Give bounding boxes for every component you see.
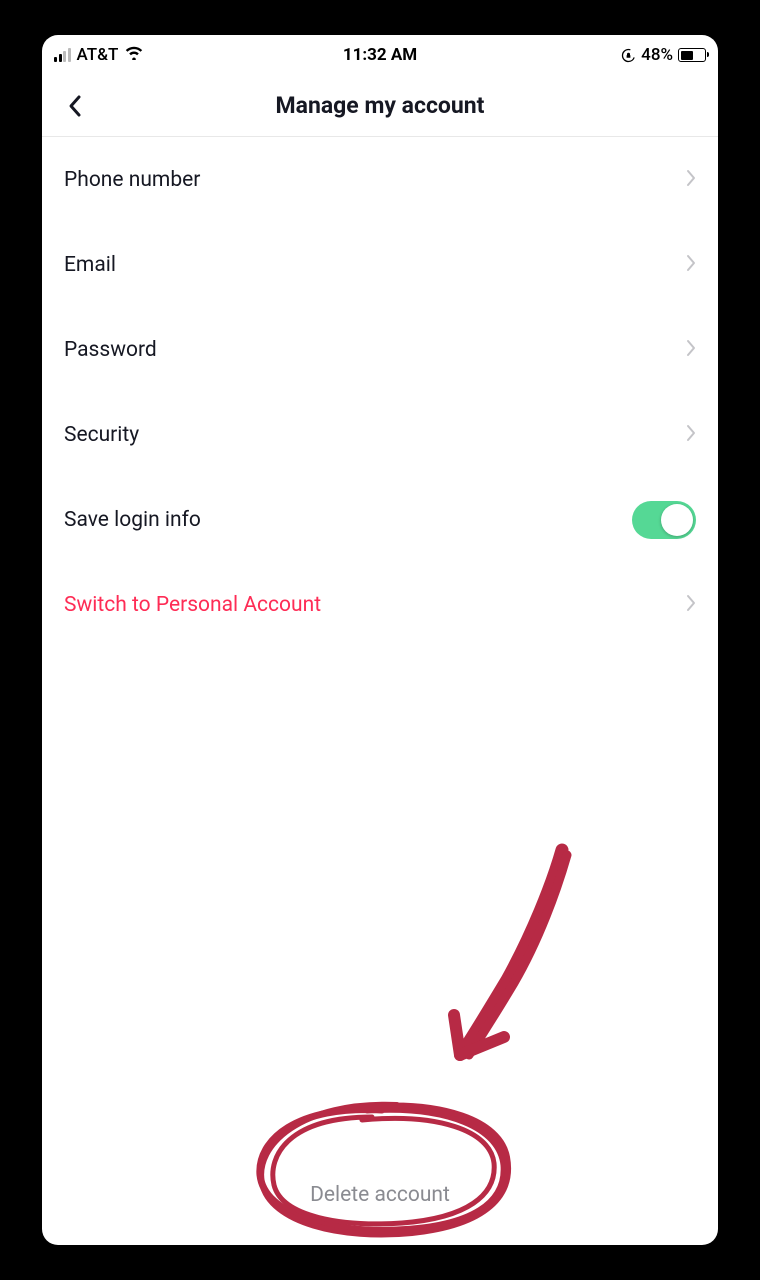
list-item-phone-number[interactable]: Phone number: [64, 137, 696, 222]
list-item-label: Email: [64, 253, 116, 277]
rotation-lock-icon: [621, 48, 636, 63]
battery-percent: 48%: [641, 45, 673, 65]
phone-screen: AT&T 11:32 AM 48%: [42, 35, 718, 1245]
toggle-knob: [661, 504, 693, 536]
settings-list: Phone number Email Password Security Sav: [42, 137, 718, 1245]
chevron-right-icon: [686, 169, 696, 191]
status-right: 48%: [621, 45, 706, 65]
list-item-label: Security: [64, 423, 139, 447]
list-item-switch-account[interactable]: Switch to Personal Account: [64, 562, 696, 647]
delete-account-button[interactable]: Delete account: [64, 1155, 696, 1245]
save-login-toggle[interactable]: [632, 501, 696, 539]
chevron-left-icon: [67, 94, 83, 118]
list-item-label: Phone number: [64, 168, 200, 192]
chevron-right-icon: [686, 339, 696, 361]
page-title: Manage my account: [42, 92, 718, 119]
signal-strength-icon: [54, 48, 71, 62]
battery-icon: [678, 48, 706, 62]
list-item-save-login-info: Save login info: [64, 477, 696, 562]
chevron-right-icon: [686, 424, 696, 446]
list-item-label: Switch to Personal Account: [64, 593, 321, 617]
back-button[interactable]: [60, 91, 90, 121]
list-item-label: Save login info: [64, 508, 201, 532]
chevron-right-icon: [686, 594, 696, 616]
carrier-label: AT&T: [77, 45, 119, 65]
list-item-security[interactable]: Security: [64, 392, 696, 477]
list-item-password[interactable]: Password: [64, 307, 696, 392]
clock: 11:32 AM: [343, 45, 417, 65]
list-item-label: Password: [64, 338, 157, 362]
chevron-right-icon: [686, 254, 696, 276]
status-bar: AT&T 11:32 AM 48%: [42, 35, 718, 75]
status-left: AT&T: [54, 45, 144, 65]
page-header: Manage my account: [42, 75, 718, 137]
wifi-icon: [124, 45, 144, 65]
list-item-email[interactable]: Email: [64, 222, 696, 307]
